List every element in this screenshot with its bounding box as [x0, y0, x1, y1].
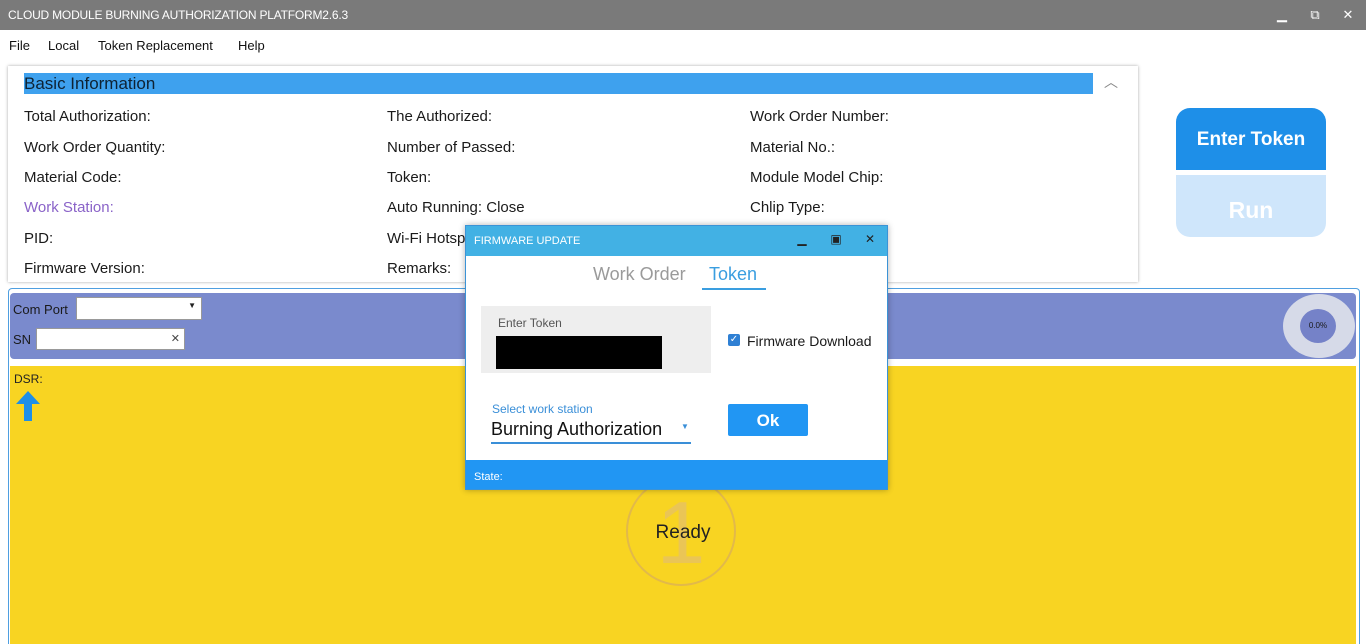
field-the-authorized: The Authorized: [387, 108, 493, 125]
field-remarks: Remarks: [387, 260, 452, 277]
sn-label: SN [13, 332, 32, 347]
basic-information-header[interactable]: Basic Information [24, 73, 1093, 94]
menu-local[interactable]: Local [48, 38, 79, 53]
token-field-label: Enter Token [498, 316, 562, 330]
dialog-state-label: State: [474, 471, 503, 483]
dialog-close-icon[interactable]: ✕ [860, 232, 880, 250]
field-token: Token: [387, 169, 432, 186]
field-work-station[interactable]: Work Station: [24, 199, 114, 216]
window-title: CLOUD MODULE BURNING AUTHORIZATION PLATF… [8, 8, 348, 22]
basic-information-title: Basic Information [24, 74, 156, 93]
menu-bar: File Local Token Replacement Help [0, 30, 1366, 60]
com-port-label: Com Port [13, 302, 68, 317]
field-chip-type: Chlip Type: [750, 199, 825, 216]
firmware-update-dialog: FIRMWARE UPDATE ▁ ▣ ✕ Work Order Token E… [465, 225, 888, 490]
dialog-maximize-icon[interactable]: ▣ [826, 232, 846, 250]
menu-help[interactable]: Help [238, 38, 265, 53]
field-auto-running: Auto Running: Close [387, 199, 525, 216]
firmware-download-label[interactable]: Firmware Download [747, 333, 871, 349]
tab-work-order[interactable]: Work Order [593, 264, 686, 285]
dsr-label: DSR: [14, 372, 43, 386]
ready-status: Ready [655, 522, 711, 543]
dropdown-arrow-icon: ▼ [188, 301, 196, 310]
sn-input[interactable]: ✕ [36, 328, 185, 350]
dialog-minimize-icon[interactable]: ▁ [792, 232, 812, 250]
progress-ring: 0.0% [1283, 294, 1355, 358]
collapse-chevron-icon[interactable]: ︿ [1104, 72, 1118, 92]
field-pid: PID: [24, 230, 54, 247]
token-field[interactable]: Enter Token [481, 306, 711, 373]
dialog-title: FIRMWARE UPDATE [474, 235, 581, 247]
close-icon[interactable]: ✕ [1334, 4, 1362, 26]
field-number-of-passed: Number of Passed: [387, 139, 516, 156]
token-value-redacted[interactable] [496, 336, 662, 369]
dialog-status-bar: State: [466, 460, 887, 489]
clear-icon[interactable]: ✕ [171, 332, 180, 345]
title-bar: CLOUD MODULE BURNING AUTHORIZATION PLATF… [0, 0, 1366, 30]
field-material-code: Material Code: [24, 169, 122, 186]
enter-token-button[interactable]: Enter Token [1176, 108, 1326, 170]
com-port-select[interactable]: ▼ [76, 297, 202, 320]
ok-button[interactable]: Ok [728, 404, 808, 436]
field-work-order-number: Work Order Number: [750, 108, 889, 125]
minimize-icon[interactable]: ▁ [1268, 4, 1296, 26]
active-tab-indicator [702, 288, 766, 290]
work-station-label: Select work station [492, 402, 593, 416]
work-station-underline [491, 442, 691, 444]
dialog-title-bar: FIRMWARE UPDATE ▁ ▣ ✕ [466, 226, 887, 256]
firmware-download-checkbox[interactable]: ✓ [728, 334, 740, 346]
menu-file[interactable]: File [9, 38, 30, 53]
field-firmware-version: Firmware Version: [24, 260, 145, 277]
field-module-model-chip: Module Model Chip: [750, 169, 884, 186]
run-button[interactable]: Run [1176, 175, 1326, 237]
restore-icon[interactable]: ⧉ [1301, 4, 1329, 26]
menu-token-replacement[interactable]: Token Replacement [98, 38, 213, 53]
field-material-no: Material No.: [750, 139, 836, 156]
work-station-select[interactable]: Burning Authorization [491, 419, 662, 440]
up-arrow-icon [16, 391, 40, 421]
field-total-authorization: Total Authorization: [24, 108, 151, 125]
progress-value: 0.0% [1300, 309, 1336, 343]
work-station-dropdown-icon[interactable]: ▼ [681, 422, 689, 431]
tab-token[interactable]: Token [709, 264, 757, 285]
field-work-order-quantity: Work Order Quantity: [24, 139, 166, 156]
